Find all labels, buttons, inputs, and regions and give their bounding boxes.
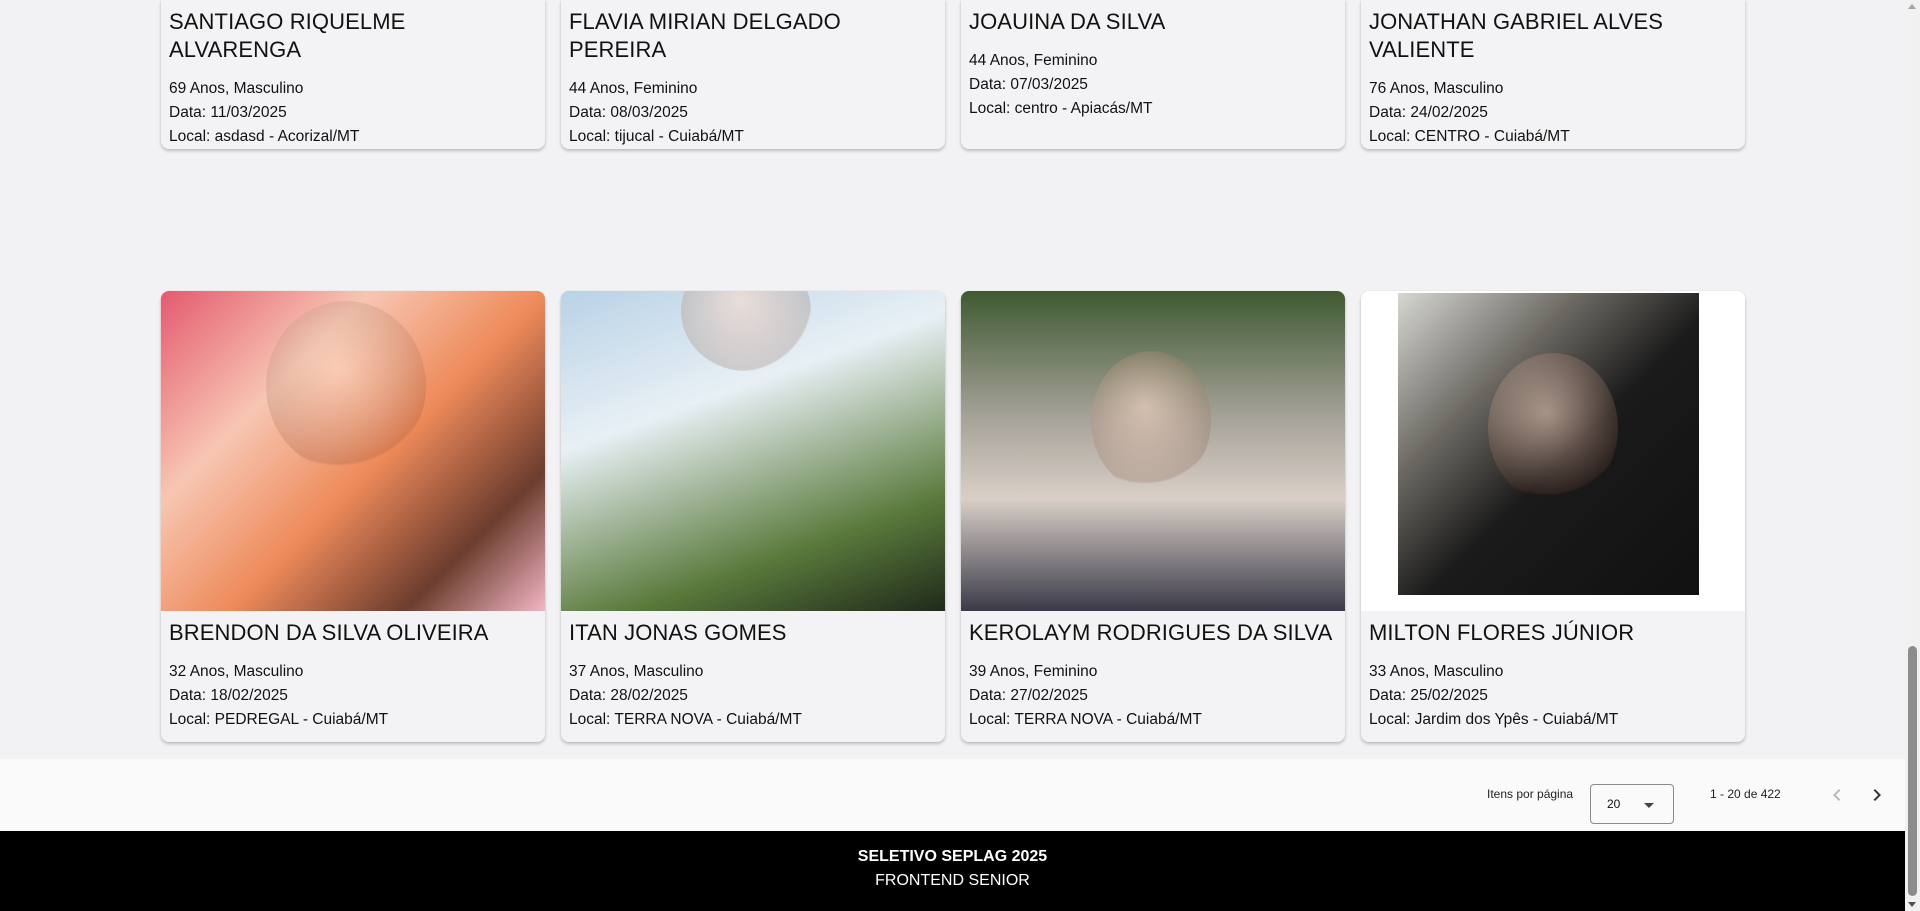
person-location: Local: asdasd - Acorizal/MT: [169, 128, 360, 145]
items-per-page-label: Itens por página: [1487, 787, 1574, 801]
person-age-gender: 44 Anos, Feminino: [969, 52, 1098, 69]
person-card[interactable]: BRENDON DA SILVA OLIVEIRA 32 Anos, Mascu…: [161, 291, 545, 742]
person-age-gender: 76 Anos, Masculino: [1369, 80, 1504, 97]
person-card[interactable]: MILTON FLORES JÚNIOR 33 Anos, Masculino …: [1361, 291, 1745, 742]
scroll-up-icon[interactable]: [1908, 4, 1916, 9]
items-per-page-value: 20: [1607, 797, 1621, 811]
person-age-gender: 39 Anos, Feminino: [969, 663, 1098, 680]
person-name: BRENDON DA SILVA OLIVEIRA: [169, 620, 489, 645]
person-date: Data: 24/02/2025: [1369, 104, 1488, 121]
person-location: Local: TERRA NOVA - Cuiabá/MT: [969, 711, 1202, 728]
scrollbar-thumb[interactable]: [1908, 646, 1917, 896]
person-location: Local: tijucal - Cuiabá/MT: [569, 128, 744, 145]
footer-subtitle: FRONTEND SENIOR: [875, 872, 1030, 889]
person-location: Local: Jardim dos Ypês - Cuiabá/MT: [1369, 711, 1619, 728]
person-name: JONATHAN GABRIEL ALVES VALIENTE: [1369, 9, 1663, 62]
person-age-gender: 44 Anos, Feminino: [569, 80, 698, 97]
previous-page-button[interactable]: [1817, 775, 1857, 815]
person-card[interactable]: FLAVIA MIRIAN DELGADO PEREIRA 44 Anos, F…: [561, 0, 945, 149]
person-date: Data: 18/02/2025: [169, 687, 288, 704]
page-range-label: 1 - 20 de 422: [1710, 787, 1781, 801]
person-age-gender: 33 Anos, Masculino: [1369, 663, 1504, 680]
person-location: Local: CENTRO - Cuiabá/MT: [1369, 128, 1570, 145]
person-age-gender: 69 Anos, Masculino: [169, 80, 304, 97]
person-photo: [161, 291, 545, 611]
chevron-right-icon: [1873, 789, 1881, 801]
person-card[interactable]: JOAUINA DA SILVA 44 Anos, Feminino Data:…: [961, 0, 1345, 149]
person-name: ITAN JONAS GOMES: [569, 620, 787, 645]
person-card[interactable]: JONATHAN GABRIEL ALVES VALIENTE 76 Anos,…: [1361, 0, 1745, 149]
person-name: KEROLAYM RODRIGUES DA SILVA: [969, 620, 1333, 645]
person-photo: [1361, 291, 1745, 611]
person-date: Data: 11/03/2025: [169, 104, 287, 121]
person-date: Data: 28/02/2025: [569, 687, 688, 704]
person-photo: [961, 291, 1345, 611]
cards-grid-row-2: BRENDON DA SILVA OLIVEIRA 32 Anos, Mascu…: [161, 291, 1745, 742]
next-page-button[interactable]: [1857, 775, 1897, 815]
items-per-page-select[interactable]: 20: [1590, 784, 1674, 824]
person-card[interactable]: SANTIAGO RIQUELME ALVARENGA 69 Anos, Mas…: [161, 0, 545, 149]
person-date: Data: 07/03/2025: [969, 76, 1088, 93]
person-name: JOAUINA DA SILVA: [969, 9, 1166, 34]
vertical-scrollbar[interactable]: [1905, 0, 1920, 911]
person-location: Local: centro - Apiacás/MT: [969, 100, 1153, 117]
footer-title: SELETIVO SEPLAG 2025: [857, 848, 1048, 865]
person-date: Data: 08/03/2025: [569, 104, 688, 121]
caret-down-icon: [1644, 803, 1654, 808]
person-age-gender: 37 Anos, Masculino: [569, 663, 704, 680]
person-card[interactable]: ITAN JONAS GOMES 37 Anos, Masculino Data…: [561, 291, 945, 742]
person-location: Local: PEDREGAL - Cuiabá/MT: [169, 711, 389, 728]
person-name: MILTON FLORES JÚNIOR: [1369, 620, 1635, 645]
person-name: SANTIAGO RIQUELME ALVARENGA: [169, 9, 406, 62]
person-age-gender: 32 Anos, Masculino: [169, 663, 304, 680]
person-card[interactable]: KEROLAYM RODRIGUES DA SILVA 39 Anos, Fem…: [961, 291, 1345, 742]
person-date: Data: 25/02/2025: [1369, 687, 1488, 704]
scroll-down-icon[interactable]: [1908, 902, 1916, 907]
person-location: Local: TERRA NOVA - Cuiabá/MT: [569, 711, 802, 728]
person-name: FLAVIA MIRIAN DELGADO PEREIRA: [569, 9, 841, 62]
person-date: Data: 27/02/2025: [969, 687, 1088, 704]
footer: SELETIVO SEPLAG 2025 FRONTEND SENIOR: [0, 831, 1905, 911]
chevron-left-icon: [1833, 789, 1841, 801]
cards-grid-row-1: SANTIAGO RIQUELME ALVARENGA 69 Anos, Mas…: [161, 0, 1745, 149]
person-photo: [561, 291, 945, 611]
page: SANTIAGO RIQUELME ALVARENGA 69 Anos, Mas…: [0, 0, 1905, 911]
